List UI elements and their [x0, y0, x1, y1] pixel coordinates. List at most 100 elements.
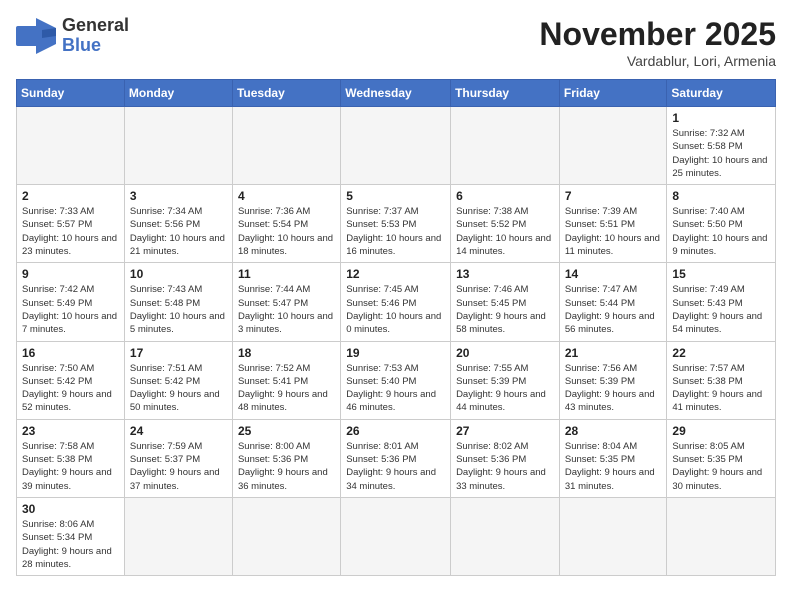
day-number: 16 [22, 346, 119, 360]
calendar-table: SundayMondayTuesdayWednesdayThursdayFrid… [16, 79, 776, 576]
day-info: Sunrise: 7:36 AM Sunset: 5:54 PM Dayligh… [238, 205, 335, 258]
calendar-cell [124, 497, 232, 575]
calendar-cell: 27Sunrise: 8:02 AM Sunset: 5:36 PM Dayli… [451, 419, 560, 497]
calendar-cell [451, 107, 560, 185]
day-number: 30 [22, 502, 119, 516]
calendar-cell: 13 Sunrise: 7:46 AM Sunset: 5:45 PM Dayli… [451, 263, 560, 341]
calendar-cell: 10 Sunrise: 7:43 AM Sunset: 5:48 PM Dayli… [124, 263, 232, 341]
day-info: Sunrise: 7:56 AM Sunset: 5:39 PM Dayligh… [565, 362, 662, 415]
calendar-cell [559, 107, 667, 185]
day-info: Sunrise: 7:46 AM Sunset: 5:45 PM Dayligh… [456, 283, 554, 336]
calendar-cell: 17 Sunrise: 7:51 AM Sunset: 5:42 PM Dayli… [124, 341, 232, 419]
day-info: Sunrise: 7:43 AM Sunset: 5:48 PM Dayligh… [130, 283, 227, 336]
calendar-cell [559, 497, 667, 575]
day-number: 11 [238, 267, 335, 281]
day-number: 5 [346, 189, 445, 203]
logo: General Blue [16, 16, 129, 56]
calendar-cell: 24Sunrise: 7:59 AM Sunset: 5:37 PM Dayli… [124, 419, 232, 497]
calendar-cell: 14 Sunrise: 7:47 AM Sunset: 5:44 PM Dayli… [559, 263, 667, 341]
day-info: Sunrise: 7:39 AM Sunset: 5:51 PM Dayligh… [565, 205, 662, 258]
day-info: Sunrise: 7:57 AM Sunset: 5:38 PM Dayligh… [672, 362, 770, 415]
day-info: Sunrise: 7:47 AM Sunset: 5:44 PM Dayligh… [565, 283, 662, 336]
day-number: 25 [238, 424, 335, 438]
day-info: Sunrise: 7:34 AM Sunset: 5:56 PM Dayligh… [130, 205, 227, 258]
calendar-cell: 25 Sunrise: 8:00 AM Sunset: 5:36 PM Dayli… [232, 419, 340, 497]
day-number: 4 [238, 189, 335, 203]
calendar-week-row: 30 Sunrise: 8:06 AM Sunset: 5:34 PM Dayli… [17, 497, 776, 575]
day-number: 14 [565, 267, 662, 281]
weekday-header-monday: Monday [124, 80, 232, 107]
calendar-cell: 26 Sunrise: 8:01 AM Sunset: 5:36 PM Dayli… [341, 419, 451, 497]
day-info: Sunrise: 7:55 AM Sunset: 5:39 PM Dayligh… [456, 362, 554, 415]
day-number: 17 [130, 346, 227, 360]
day-number: 27 [456, 424, 554, 438]
day-number: 22 [672, 346, 770, 360]
day-info: Sunrise: 7:44 AM Sunset: 5:47 PM Dayligh… [238, 283, 335, 336]
page-header: General Blue November 2025 Vardablur, Lo… [16, 16, 776, 69]
calendar-cell [17, 107, 125, 185]
day-info: Sunrise: 7:42 AM Sunset: 5:49 PM Dayligh… [22, 283, 119, 336]
calendar-cell [124, 107, 232, 185]
day-info: Sunrise: 7:51 AM Sunset: 5:42 PM Dayligh… [130, 362, 227, 415]
calendar-cell: 9Sunrise: 7:42 AM Sunset: 5:49 PM Daylig… [17, 263, 125, 341]
calendar-cell [232, 497, 340, 575]
calendar-cell: 11 Sunrise: 7:44 AM Sunset: 5:47 PM Dayli… [232, 263, 340, 341]
day-info: Sunrise: 7:38 AM Sunset: 5:52 PM Dayligh… [456, 205, 554, 258]
day-number: 19 [346, 346, 445, 360]
day-info: Sunrise: 8:01 AM Sunset: 5:36 PM Dayligh… [346, 440, 445, 493]
calendar-cell: 23 Sunrise: 7:58 AM Sunset: 5:38 PM Dayli… [17, 419, 125, 497]
day-info: Sunrise: 7:52 AM Sunset: 5:41 PM Dayligh… [238, 362, 335, 415]
weekday-header-tuesday: Tuesday [232, 80, 340, 107]
calendar-week-row: 16Sunrise: 7:50 AM Sunset: 5:42 PM Dayli… [17, 341, 776, 419]
calendar-week-row: 2Sunrise: 7:33 AM Sunset: 5:57 PM Daylig… [17, 185, 776, 263]
calendar-cell: 28Sunrise: 8:04 AM Sunset: 5:35 PM Dayli… [559, 419, 667, 497]
weekday-header-row: SundayMondayTuesdayWednesdayThursdayFrid… [17, 80, 776, 107]
day-info: Sunrise: 7:58 AM Sunset: 5:38 PM Dayligh… [22, 440, 119, 493]
calendar-cell: 1 Sunrise: 7:32 AM Sunset: 5:58 PM Daylig… [667, 107, 776, 185]
day-info: Sunrise: 7:32 AM Sunset: 5:58 PM Dayligh… [672, 127, 770, 180]
calendar-cell: 3Sunrise: 7:34 AM Sunset: 5:56 PM Daylig… [124, 185, 232, 263]
day-number: 1 [672, 111, 770, 125]
day-info: Sunrise: 7:40 AM Sunset: 5:50 PM Dayligh… [672, 205, 770, 258]
day-number: 10 [130, 267, 227, 281]
weekday-header-friday: Friday [559, 80, 667, 107]
generalblue-logo-icon [16, 18, 56, 54]
day-info: Sunrise: 7:53 AM Sunset: 5:40 PM Dayligh… [346, 362, 445, 415]
calendar-week-row: 1 Sunrise: 7:32 AM Sunset: 5:58 PM Daylig… [17, 107, 776, 185]
day-info: Sunrise: 7:37 AM Sunset: 5:53 PM Dayligh… [346, 205, 445, 258]
calendar-cell [667, 497, 776, 575]
day-info: Sunrise: 7:49 AM Sunset: 5:43 PM Dayligh… [672, 283, 770, 336]
weekday-header-wednesday: Wednesday [341, 80, 451, 107]
day-number: 21 [565, 346, 662, 360]
calendar-cell: 20Sunrise: 7:55 AM Sunset: 5:39 PM Dayli… [451, 341, 560, 419]
day-number: 13 [456, 267, 554, 281]
day-info: Sunrise: 7:45 AM Sunset: 5:46 PM Dayligh… [346, 283, 445, 336]
calendar-cell [232, 107, 340, 185]
calendar-cell: 29Sunrise: 8:05 AM Sunset: 5:35 PM Dayli… [667, 419, 776, 497]
day-info: Sunrise: 8:06 AM Sunset: 5:34 PM Dayligh… [22, 518, 119, 571]
day-number: 6 [456, 189, 554, 203]
day-number: 26 [346, 424, 445, 438]
weekday-header-sunday: Sunday [17, 80, 125, 107]
calendar-cell: 4 Sunrise: 7:36 AM Sunset: 5:54 PM Daylig… [232, 185, 340, 263]
day-number: 8 [672, 189, 770, 203]
weekday-header-saturday: Saturday [667, 80, 776, 107]
day-number: 18 [238, 346, 335, 360]
month-title: November 2025 [539, 16, 776, 53]
calendar-cell: 12Sunrise: 7:45 AM Sunset: 5:46 PM Dayli… [341, 263, 451, 341]
weekday-header-thursday: Thursday [451, 80, 560, 107]
title-block: November 2025 Vardablur, Lori, Armenia [539, 16, 776, 69]
calendar-cell: 22 Sunrise: 7:57 AM Sunset: 5:38 PM Dayli… [667, 341, 776, 419]
day-number: 7 [565, 189, 662, 203]
day-info: Sunrise: 7:59 AM Sunset: 5:37 PM Dayligh… [130, 440, 227, 493]
calendar-cell: 16Sunrise: 7:50 AM Sunset: 5:42 PM Dayli… [17, 341, 125, 419]
day-info: Sunrise: 8:00 AM Sunset: 5:36 PM Dayligh… [238, 440, 335, 493]
calendar-cell [341, 107, 451, 185]
calendar-cell: 6 Sunrise: 7:38 AM Sunset: 5:52 PM Daylig… [451, 185, 560, 263]
calendar-cell [451, 497, 560, 575]
calendar-cell: 30 Sunrise: 8:06 AM Sunset: 5:34 PM Dayli… [17, 497, 125, 575]
day-number: 23 [22, 424, 119, 438]
calendar-cell: 7 Sunrise: 7:39 AM Sunset: 5:51 PM Daylig… [559, 185, 667, 263]
logo-text: General Blue [62, 16, 129, 56]
calendar-cell: 21 Sunrise: 7:56 AM Sunset: 5:39 PM Dayli… [559, 341, 667, 419]
